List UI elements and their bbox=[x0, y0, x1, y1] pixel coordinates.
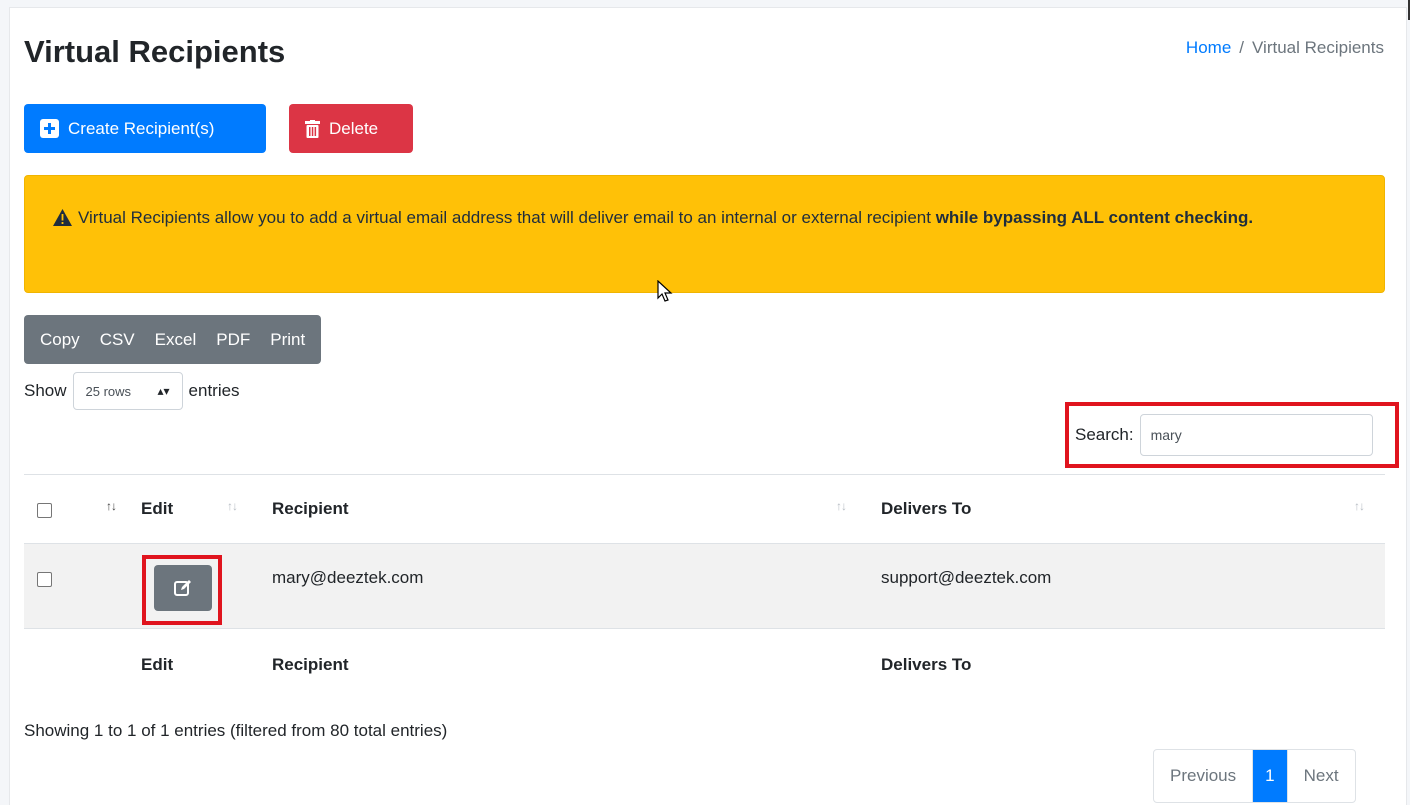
edit-button[interactable] bbox=[154, 565, 212, 611]
edit-highlight-box bbox=[142, 555, 222, 625]
plus-square-icon bbox=[40, 119, 59, 138]
warning-alert: Virtual Recipients allow you to add a vi… bbox=[24, 175, 1385, 293]
search-label: Search: bbox=[1075, 425, 1134, 444]
select-all-checkbox[interactable] bbox=[37, 503, 52, 518]
breadcrumb-separator: / bbox=[1239, 38, 1245, 57]
search-input[interactable] bbox=[1139, 414, 1373, 456]
delete-label: Delete bbox=[329, 118, 379, 138]
rows-per-page-select[interactable]: 25 rows ▴▾ bbox=[72, 372, 183, 410]
breadcrumb-home-link[interactable]: Home bbox=[1186, 38, 1231, 57]
page-1-button[interactable]: 1 bbox=[1252, 750, 1287, 802]
content-panel: Virtual Recipients Home / Virtual Recipien… bbox=[10, 8, 1406, 805]
search-highlight-box: Search: bbox=[1065, 402, 1399, 468]
sort-arrows-icon[interactable]: ↑↓ bbox=[1354, 499, 1365, 513]
export-button-group: Copy CSV Excel PDF Print bbox=[24, 315, 322, 364]
column-header-recipient[interactable]: Recipient bbox=[272, 499, 349, 519]
alert-bold-text: while bypassing ALL content checking. bbox=[935, 208, 1254, 227]
sort-arrows-icon[interactable]: ↑↓ bbox=[227, 499, 238, 513]
table-footer-row: Edit Recipient Delivers To bbox=[24, 629, 1385, 697]
sort-arrows-icon[interactable]: ↑↓ bbox=[106, 499, 117, 513]
alert-text: Virtual Recipients allow you to add a vi… bbox=[78, 208, 931, 227]
csv-button[interactable]: CSV bbox=[90, 330, 145, 350]
print-button[interactable]: Print bbox=[260, 330, 315, 350]
create-recipient-label: Create Recipient(s) bbox=[68, 118, 215, 138]
trash-icon bbox=[305, 119, 320, 138]
table-row: mary@deeztek.com support@deeztek.com bbox=[24, 544, 1385, 629]
edit-icon bbox=[174, 580, 191, 596]
copy-button[interactable]: Copy bbox=[30, 330, 90, 350]
sort-arrows-icon[interactable]: ↑↓ bbox=[836, 499, 847, 513]
entries-label: entries bbox=[188, 381, 240, 400]
recipient-cell: mary@deeztek.com bbox=[272, 568, 424, 587]
mouse-cursor-icon bbox=[657, 280, 673, 302]
select-caret-icon: ▴▾ bbox=[157, 384, 170, 398]
warning-triangle-icon bbox=[53, 209, 72, 226]
delete-button[interactable]: Delete bbox=[289, 104, 413, 153]
create-recipient-button[interactable]: Create Recipient(s) bbox=[24, 104, 266, 153]
footer-edit: Edit bbox=[141, 655, 174, 674]
excel-button[interactable]: Excel bbox=[145, 330, 207, 350]
table-info-text: Showing 1 to 1 of 1 entries (filtered fr… bbox=[24, 721, 448, 740]
breadcrumb-current: Virtual Recipients bbox=[1252, 38, 1384, 57]
table-header-row: ↑↓ Edit ↑↓ Recipient ↑↓ Delivers To ↑↓ bbox=[24, 474, 1385, 545]
page-title: Virtual Recipients bbox=[24, 34, 286, 69]
delivers-to-cell: support@deeztek.com bbox=[881, 568, 1052, 587]
show-label: Show bbox=[24, 381, 67, 400]
entries-length-control: Show 25 rows ▴▾ entries bbox=[24, 372, 240, 410]
rows-per-page-value: 25 rows bbox=[85, 383, 132, 399]
row-checkbox[interactable] bbox=[37, 572, 52, 587]
column-header-edit[interactable]: Edit bbox=[141, 499, 173, 519]
footer-delivers-to: Delivers To bbox=[881, 655, 972, 674]
pdf-button[interactable]: PDF bbox=[206, 330, 260, 350]
pagination: Previous 1 Next bbox=[1153, 749, 1356, 803]
breadcrumb: Home / Virtual Recipients bbox=[1186, 38, 1384, 58]
next-page-button[interactable]: Next bbox=[1286, 750, 1355, 802]
footer-recipient: Recipient bbox=[272, 655, 349, 674]
previous-page-button[interactable]: Previous bbox=[1154, 750, 1252, 802]
column-header-delivers-to[interactable]: Delivers To bbox=[881, 499, 971, 519]
